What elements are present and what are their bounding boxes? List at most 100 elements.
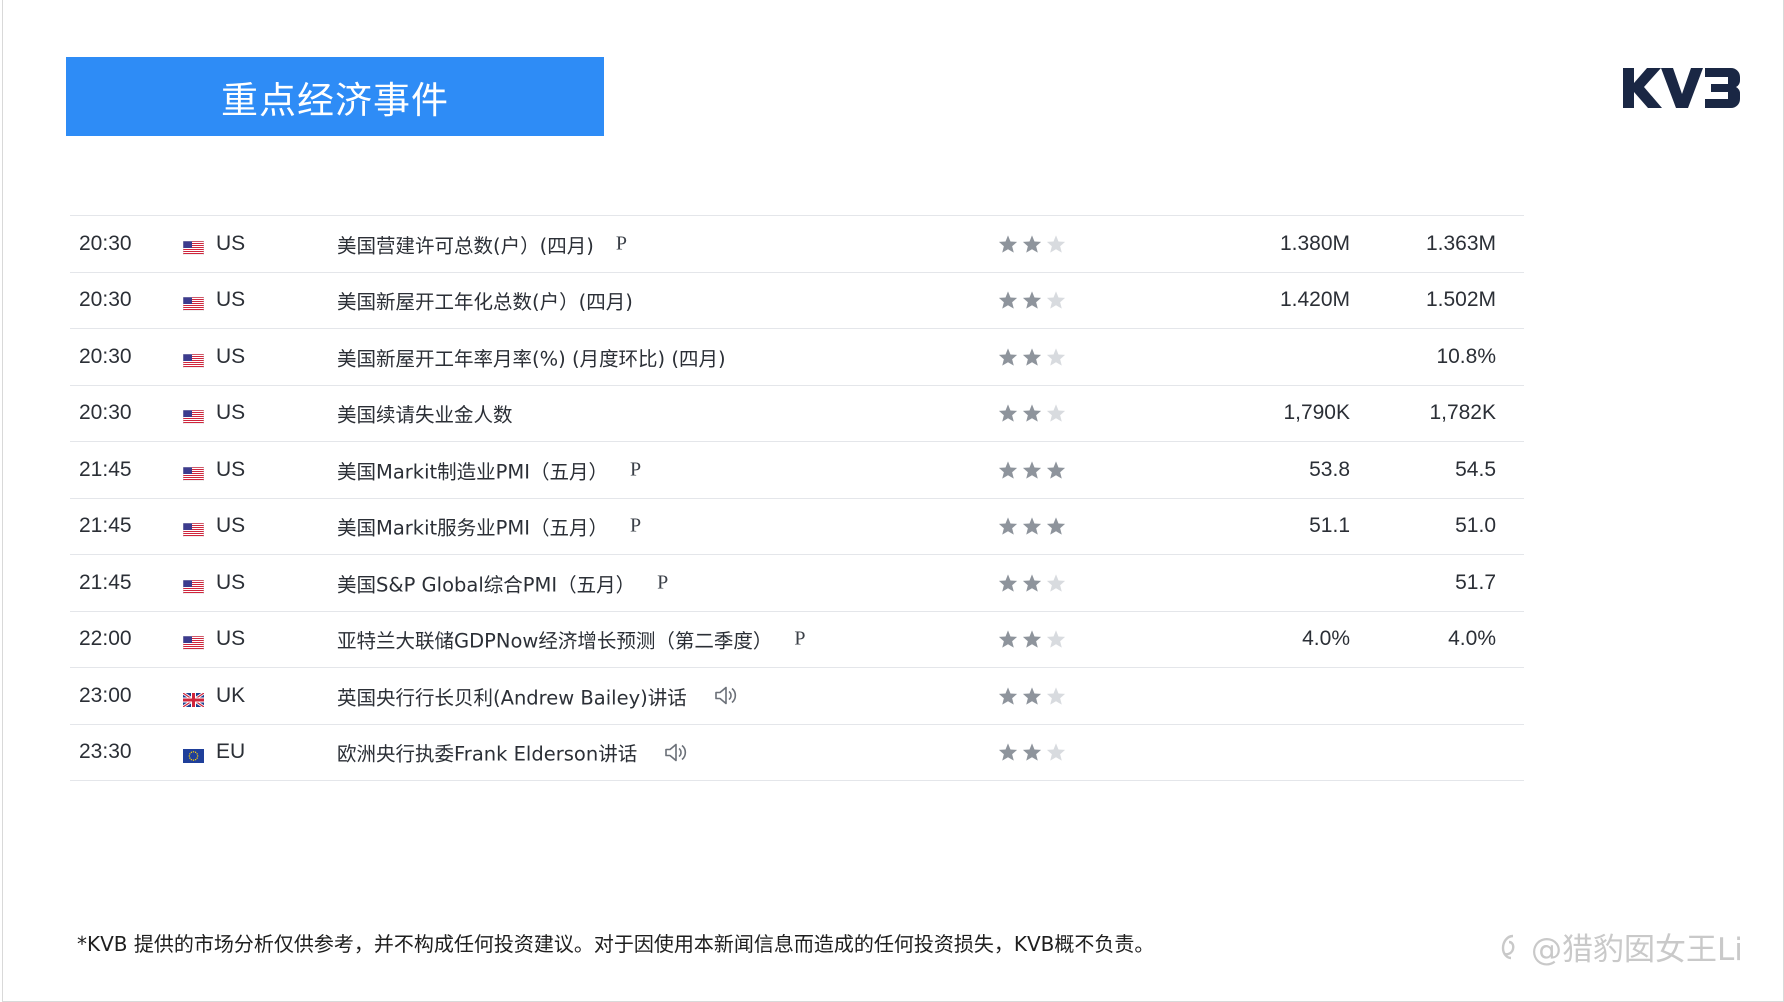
slide-page: 重点经济事件 20:30 US 美国营建许可总数(户）(四月) P 1.380M 1.36…: [2, 0, 1784, 1002]
event-name-cell[interactable]: 欧洲央行执委Frank Elderson讲话: [337, 738, 689, 767]
event-country: US: [216, 457, 246, 481]
event-name[interactable]: 美国新屋开工年率月率(%) (月度环比) (四月): [337, 342, 726, 371]
previous-value: 4.0%: [1302, 627, 1350, 651]
event-row[interactable]: 22:00 US 亚特兰大联储GDPNow经济增长预测（第二季度） P 4.0% 4.0%: [70, 612, 1524, 668]
event-name[interactable]: 美国续请失业金人数: [337, 399, 513, 428]
star-filled-icon: [1022, 517, 1042, 535]
event-time: 22:00: [79, 627, 132, 651]
star-filled-icon: [1022, 743, 1042, 761]
forecast-value: 1.363M: [1425, 231, 1496, 255]
event-row[interactable]: 23:30 EU 欧洲央行执委Frank Elderson讲话: [70, 725, 1524, 781]
us-flag-icon: [182, 350, 205, 369]
event-name-cell[interactable]: 美国S&P Global综合PMI（五月） P: [337, 568, 668, 597]
event-row[interactable]: 23:00 UK 英国央行行长贝利(Andrew Bailey)讲话: [70, 668, 1524, 725]
preliminary-tag: P: [657, 571, 669, 594]
events-table: 20:30 US 美国营建许可总数(户）(四月) P 1.380M 1.363M 20:30…: [70, 215, 1524, 781]
importance-stars: [998, 460, 1066, 479]
event-row[interactable]: 20:30 US 美国续请失业金人数 1,790K 1,782K: [70, 386, 1524, 442]
star-filled-icon: [998, 461, 1018, 479]
event-name[interactable]: 美国Markit制造业PMI（五月）: [337, 455, 608, 484]
importance-stars: [998, 234, 1066, 253]
forecast-value: 4.0%: [1448, 627, 1496, 651]
event-row[interactable]: 20:30 US 美国新屋开工年化总数(户）(四月) 1.420M 1.502M: [70, 273, 1524, 329]
forecast-value: 10.8%: [1436, 344, 1496, 368]
kvb-logo: [1623, 68, 1741, 108]
preliminary-tag: P: [615, 232, 627, 255]
star-filled-icon: [998, 235, 1018, 253]
event-name-cell[interactable]: 美国营建许可总数(户）(四月) P: [337, 229, 627, 258]
event-row[interactable]: 20:30 US 美国新屋开工年率月率(%) (月度环比) (四月) 10.8%: [70, 329, 1524, 386]
event-name[interactable]: 美国Markit服务业PMI（五月）: [337, 512, 608, 541]
importance-stars: [998, 630, 1066, 649]
star-filled-icon: [998, 687, 1018, 705]
forecast-value: 1.502M: [1425, 288, 1496, 312]
star-filled-icon: [998, 404, 1018, 422]
event-time: 23:30: [79, 740, 132, 764]
star-filled-icon: [998, 743, 1018, 761]
star-filled-icon: [1022, 461, 1042, 479]
event-row[interactable]: 21:45 US 美国Markit服务业PMI（五月） P 51.1 51.0: [70, 499, 1524, 555]
event-name-cell[interactable]: 英国央行行长贝利(Andrew Bailey)讲话: [337, 681, 739, 710]
event-name-cell[interactable]: 美国Markit制造业PMI（五月） P: [337, 455, 641, 484]
star-filled-icon: [1022, 235, 1042, 253]
us-flag-icon: [182, 576, 205, 595]
us-flag-icon: [182, 237, 205, 256]
event-name[interactable]: 美国新屋开工年化总数(户）(四月): [337, 286, 633, 315]
star-filled-icon: [1022, 574, 1042, 592]
event-country: US: [216, 514, 246, 538]
event-row[interactable]: 21:45 US 美国Markit制造业PMI（五月） P 53.8 54.5: [70, 442, 1524, 499]
star-filled-icon: [998, 574, 1018, 592]
event-country: UK: [216, 683, 246, 707]
previous-value: 1.420M: [1279, 288, 1350, 312]
event-country: US: [216, 344, 246, 368]
star-filled-icon: [1046, 461, 1066, 479]
forecast-value: 51.7: [1455, 570, 1496, 594]
forecast-value: 54.5: [1455, 457, 1496, 481]
watermark-text: @猎豹囡女王Li: [1531, 932, 1743, 968]
star-filled-icon: [998, 517, 1018, 535]
event-time: 23:00: [79, 683, 132, 707]
event-name-cell[interactable]: 美国新屋开工年化总数(户）(四月): [337, 286, 633, 315]
disclaimer: *KVB 提供的市场分析仅供参考，并不构成任何投资建议。对于因使用本新闻信息而造…: [77, 932, 1155, 956]
event-time: 21:45: [79, 570, 132, 594]
importance-stars: [998, 743, 1066, 762]
previous-value: 53.8: [1309, 457, 1350, 481]
event-name-cell[interactable]: 美国新屋开工年率月率(%) (月度环比) (四月): [337, 342, 726, 371]
importance-stars: [998, 517, 1066, 536]
us-flag-icon: [182, 463, 205, 482]
star-filled-icon: [1022, 291, 1042, 309]
watermark: @猎豹囡女王Li: [1495, 924, 1743, 969]
eu-flag-icon: [183, 745, 204, 764]
event-name[interactable]: 美国S&P Global综合PMI（五月）: [337, 568, 635, 597]
event-time: 20:30: [79, 231, 132, 255]
event-row[interactable]: 21:45 US 美国S&P Global综合PMI（五月） P 51.7: [70, 555, 1524, 612]
event-country: US: [216, 401, 246, 425]
event-name-cell[interactable]: 亚特兰大联储GDPNow经济增长预测（第二季度） P: [337, 625, 805, 654]
us-flag-icon: [182, 406, 205, 425]
event-name[interactable]: 英国央行行长贝利(Andrew Bailey)讲话: [337, 681, 687, 710]
previous-value: 51.1: [1309, 514, 1350, 538]
event-name[interactable]: 亚特兰大联储GDPNow经济增长预测（第二季度）: [337, 625, 772, 654]
importance-stars: [998, 686, 1066, 705]
event-name[interactable]: 美国营建许可总数(户）(四月): [337, 229, 594, 258]
star-empty-icon: [1046, 404, 1066, 422]
speaker-icon[interactable]: [663, 741, 689, 763]
star-filled-icon: [998, 348, 1018, 366]
preliminary-tag: P: [629, 514, 642, 537]
weibo-logo-icon: [1501, 934, 1515, 959]
event-row[interactable]: 20:30 US 美国营建许可总数(户）(四月) P 1.380M 1.363M: [70, 216, 1524, 273]
event-name-cell[interactable]: 美国续请失业金人数: [337, 399, 513, 428]
event-name-cell[interactable]: 美国Markit服务业PMI（五月） P: [337, 512, 641, 541]
event-country: US: [216, 231, 246, 255]
event-country: US: [216, 627, 246, 651]
page-title: 重点经济事件: [66, 57, 604, 136]
importance-stars: [998, 573, 1066, 592]
event-name[interactable]: 欧洲央行执委Frank Elderson讲话: [337, 738, 637, 767]
star-empty-icon: [1046, 291, 1066, 309]
event-country: EU: [216, 740, 246, 764]
speaker-icon[interactable]: [713, 685, 739, 707]
star-empty-icon: [1046, 348, 1066, 366]
importance-stars: [998, 291, 1066, 310]
forecast-value: 51.0: [1455, 514, 1496, 538]
star-empty-icon: [1046, 574, 1066, 592]
